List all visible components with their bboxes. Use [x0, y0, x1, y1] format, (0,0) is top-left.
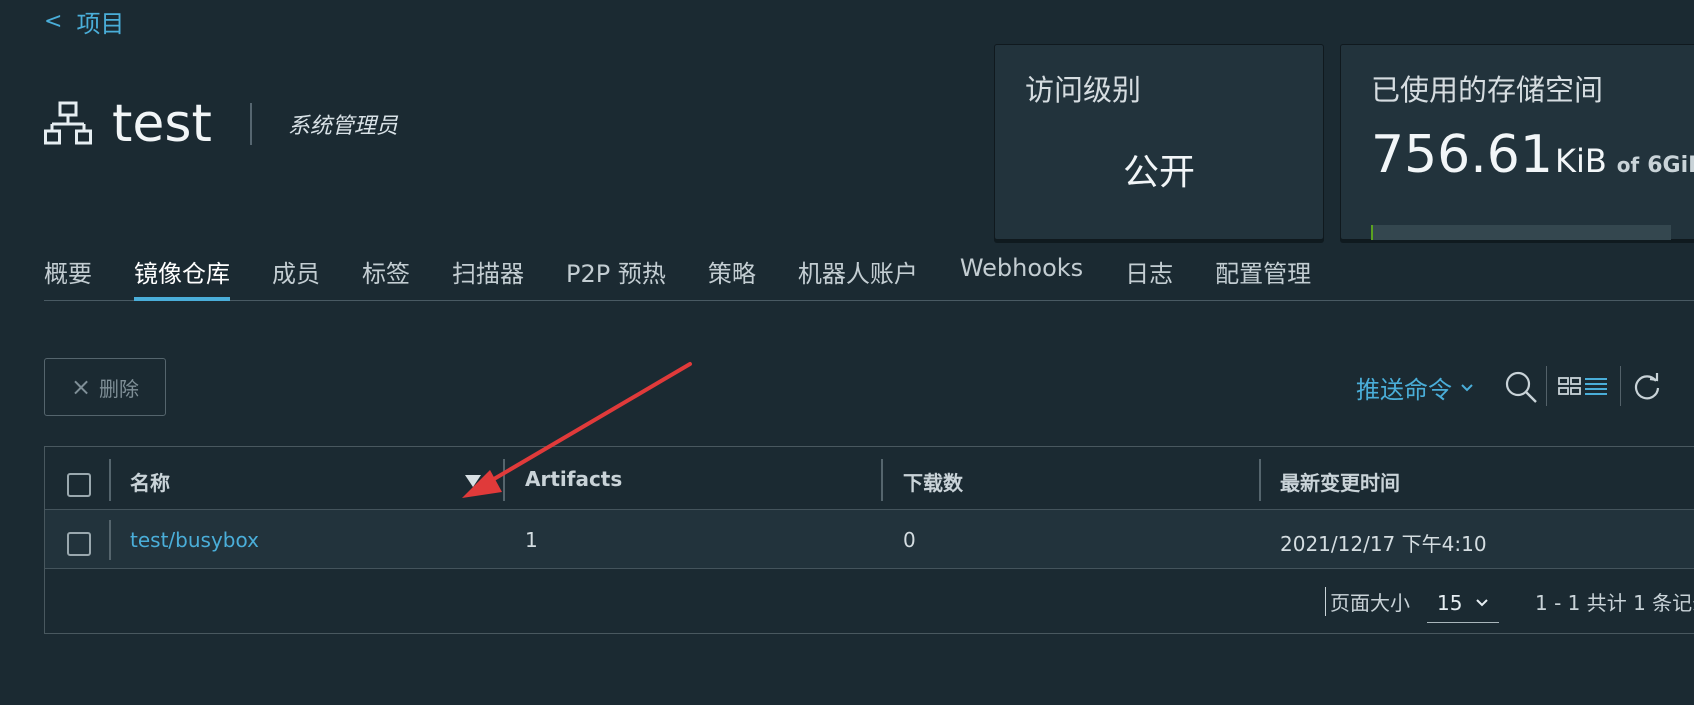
column-separator[interactable]	[1259, 459, 1261, 501]
page-size-value: 15	[1437, 590, 1463, 615]
column-separator[interactable]	[503, 459, 505, 501]
column-header-downloads[interactable]: 下载数	[903, 467, 963, 496]
column-header-artifacts[interactable]: Artifacts	[525, 467, 622, 491]
storage-usage-text: 756.61 KiB of 6GiB	[1371, 125, 1694, 185]
tab-p2p-preheat[interactable]: P2P 预热	[566, 254, 666, 300]
role-label: 系统管理员	[287, 114, 398, 139]
storage-used-card: 已使用的存储空间 756.61 KiB of 6GiB	[1340, 44, 1694, 240]
tab-configuration[interactable]: 配置管理	[1215, 254, 1311, 300]
delete-button-label: 删除	[99, 376, 140, 401]
tab-policy[interactable]: 策略	[708, 254, 756, 300]
chevron-down-icon	[1476, 598, 1488, 606]
access-level-card: 访问级别 公开	[994, 44, 1324, 240]
tab-summary[interactable]: 概要	[44, 254, 92, 300]
storage-progress-bar	[1371, 225, 1671, 240]
search-icon[interactable]	[1504, 370, 1538, 404]
pagination-summary: 1 - 1 共计 1 条记录	[1535, 591, 1694, 615]
column-header-name[interactable]: 名称	[130, 467, 170, 496]
storage-total-value: 6GiB	[1647, 153, 1694, 178]
project-name: test	[112, 94, 212, 154]
close-icon: ×	[70, 373, 92, 401]
chevron-down-icon	[1461, 383, 1473, 391]
refresh-icon[interactable]	[1632, 372, 1662, 402]
storage-progress-fill	[1371, 225, 1373, 240]
project-icon	[44, 101, 92, 145]
tab-logs[interactable]: 日志	[1125, 254, 1173, 300]
tab-members[interactable]: 成员	[272, 254, 320, 300]
push-command-label: 推送命令	[1356, 376, 1452, 404]
tab-repositories[interactable]: 镜像仓库	[134, 254, 230, 301]
tab-webhooks[interactable]: Webhooks	[960, 254, 1083, 300]
storage-of-label: of	[1616, 153, 1640, 177]
project-tabs: 概要 镜像仓库 成员 标签 扫描器 P2P 预热 策略 机器人账户 Webhoo…	[44, 254, 1694, 301]
table-row: test/busybox 1 0 2021/12/17 下午4:10	[45, 509, 1694, 569]
download-count: 0	[903, 528, 916, 552]
back-link-label: 项目	[76, 10, 125, 38]
delete-button[interactable]: × 删除	[44, 358, 166, 416]
project-header: test 系统管理员	[44, 98, 398, 150]
column-separator[interactable]	[881, 459, 883, 501]
toolbar-separator	[1546, 366, 1547, 406]
tab-robot-accounts[interactable]: 机器人账户	[798, 254, 918, 300]
repository-name-link[interactable]: test/busybox	[130, 528, 259, 552]
grid-view-icon[interactable]	[1558, 376, 1582, 396]
select-all-checkbox[interactable]	[67, 473, 91, 497]
access-level-title: 访问级别	[1025, 73, 1142, 107]
table-header: 名称 Artifacts 下载数 最新变更时间	[45, 447, 1694, 509]
header-divider	[249, 103, 252, 145]
artifacts-count: 1	[525, 528, 538, 552]
row-checkbox[interactable]	[67, 532, 91, 556]
access-level-value: 公开	[1122, 152, 1195, 193]
page-size-label: 页面大小	[1325, 587, 1410, 616]
back-to-projects-link[interactable]: < 项目	[44, 4, 124, 39]
toolbar-separator	[1620, 366, 1621, 406]
push-command-dropdown[interactable]: 推送命令	[1356, 370, 1474, 405]
storage-used-title: 已使用的存储空间	[1371, 73, 1604, 107]
last-modified-time: 2021/12/17 下午4:10	[1280, 532, 1487, 556]
storage-used-unit: KiB	[1554, 142, 1607, 180]
repository-table: 名称 Artifacts 下载数 最新变更时间 test/busybox 1 0…	[44, 446, 1694, 634]
tab-labels[interactable]: 标签	[362, 254, 410, 300]
tab-scanner[interactable]: 扫描器	[452, 254, 524, 300]
sort-descending-icon[interactable]	[465, 475, 481, 487]
table-footer: 页面大小 15 1 - 1 共计 1 条记录	[45, 587, 1694, 627]
row-separator	[109, 520, 111, 560]
chevron-left-icon: <	[44, 9, 63, 34]
storage-used-value: 756.61	[1371, 125, 1553, 185]
page-size-select[interactable]: 15	[1427, 583, 1499, 623]
list-view-icon[interactable]	[1584, 376, 1608, 396]
column-separator	[109, 459, 111, 501]
column-header-last-modified[interactable]: 最新变更时间	[1280, 467, 1400, 496]
